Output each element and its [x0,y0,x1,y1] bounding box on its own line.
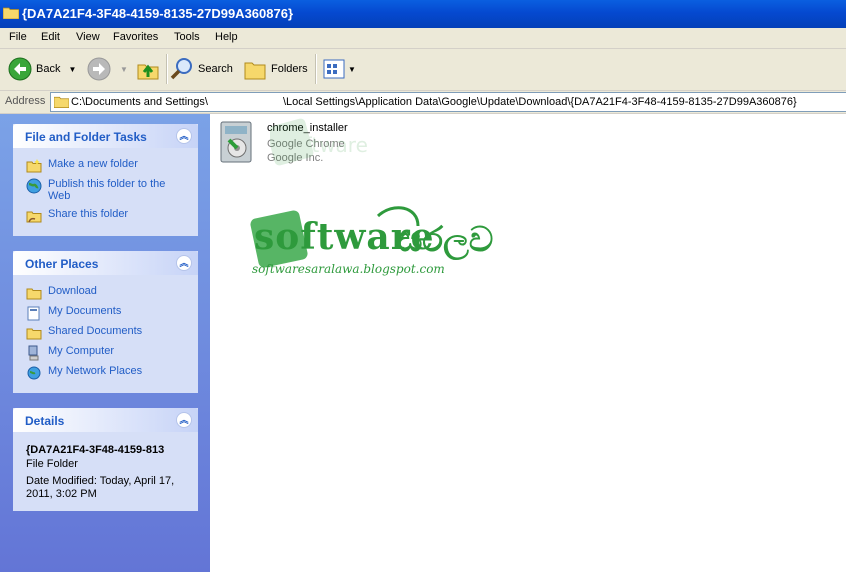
details-modified: Date Modified: Today, April 17, 2011, 3:… [26,475,175,500]
up-folder-button[interactable] [136,55,160,83]
file-folder-tasks-panel: File and Folder Tasks ︽ Make a new folde… [13,124,198,236]
place-download[interactable]: Download [26,285,97,301]
address-path-end: \Local Settings\Application Data\Google\… [283,96,797,108]
menu-bar: File Edit View Favorites Tools Help [0,28,846,49]
watermark: software සරලව softwaresaralawa.blogspot.… [248,194,508,294]
watermark-url: softwaresaralawa.blogspot.com [252,262,445,276]
task-publish-web[interactable]: Publish this folder to the Web [26,178,176,202]
address-input[interactable]: C:\Documents and Settings\ \Local Settin… [50,92,846,112]
search-icon [170,58,192,80]
menu-edit[interactable]: Edit [41,31,60,43]
views-button[interactable]: ▼ [322,55,356,83]
panel-header[interactable]: Details ︽ [13,408,198,432]
details-name: {DA7A21F4-3F48-4159-813 [26,444,165,456]
watermark-script: සරලව [398,220,494,260]
address-path-start: C:\Documents and Settings\ [71,96,208,108]
folder-icon [3,7,19,19]
search-button[interactable]: Search [170,55,233,83]
toolbar: Back ▼ ▼ Search Folders ▼ [0,49,846,91]
task-share-folder[interactable]: Share this folder [26,208,128,224]
up-folder-icon [137,64,159,80]
task-new-folder[interactable]: Make a new folder [26,158,138,174]
other-places-panel: Other Places ︽ Download My Documents Sha… [13,251,198,393]
watermark-small: software [266,116,420,176]
share-folder-icon [26,211,42,223]
globe-icon [26,178,42,194]
place-my-documents[interactable]: My Documents [26,305,121,321]
folder-icon [54,96,69,108]
new-folder-icon [26,159,42,173]
address-bar: Address C:\Documents and Settings\ \Loca… [0,91,846,114]
place-my-network[interactable]: My Network Places [26,365,142,381]
folder-icon [26,288,42,300]
details-type: File Folder [26,458,78,470]
details-panel: Details ︽ {DA7A21F4-3F48-4159-813 File F… [13,408,198,511]
installer-icon [220,121,252,163]
shared-folder-icon [26,328,42,340]
folders-icon [244,62,266,80]
network-places-icon [27,366,41,380]
collapse-icon[interactable]: ︽ [176,412,192,428]
collapse-icon[interactable]: ︽ [176,128,192,144]
menu-file[interactable]: File [9,31,27,43]
back-dropdown-icon[interactable]: ▼ [68,65,76,74]
task-pane: File and Folder Tasks ︽ Make a new folde… [0,114,210,572]
my-documents-icon [27,306,40,321]
menu-help[interactable]: Help [215,31,238,43]
menu-view[interactable]: View [76,31,100,43]
back-button[interactable]: Back ▼ [8,55,76,83]
panel-header[interactable]: Other Places ︽ [13,251,198,275]
views-icon [323,59,345,79]
folders-button[interactable]: Folders [243,55,308,83]
forward-dropdown-icon[interactable]: ▼ [120,65,128,74]
menu-tools[interactable]: Tools [174,31,200,43]
views-dropdown-icon[interactable]: ▼ [348,65,356,74]
svg-text:software: software [282,133,368,157]
forward-arrow-icon [87,57,111,81]
window-title: {DA7A21F4-3F48-4159-8135-27D99A360876} [22,6,294,21]
file-list: chrome_installer Google Chrome Google In… [210,114,846,572]
panel-header[interactable]: File and Folder Tasks ︽ [13,124,198,148]
collapse-icon[interactable]: ︽ [176,255,192,271]
place-shared-documents[interactable]: Shared Documents [26,325,142,341]
place-my-computer[interactable]: My Computer [26,345,114,361]
forward-button[interactable]: ▼ [87,55,128,83]
menu-favorites[interactable]: Favorites [113,31,158,43]
title-bar: {DA7A21F4-3F48-4159-8135-27D99A360876} [0,0,846,28]
back-arrow-icon [8,57,32,81]
address-label: Address [5,95,46,107]
my-computer-icon [28,345,39,361]
watermark-logo-small: software [266,118,368,166]
